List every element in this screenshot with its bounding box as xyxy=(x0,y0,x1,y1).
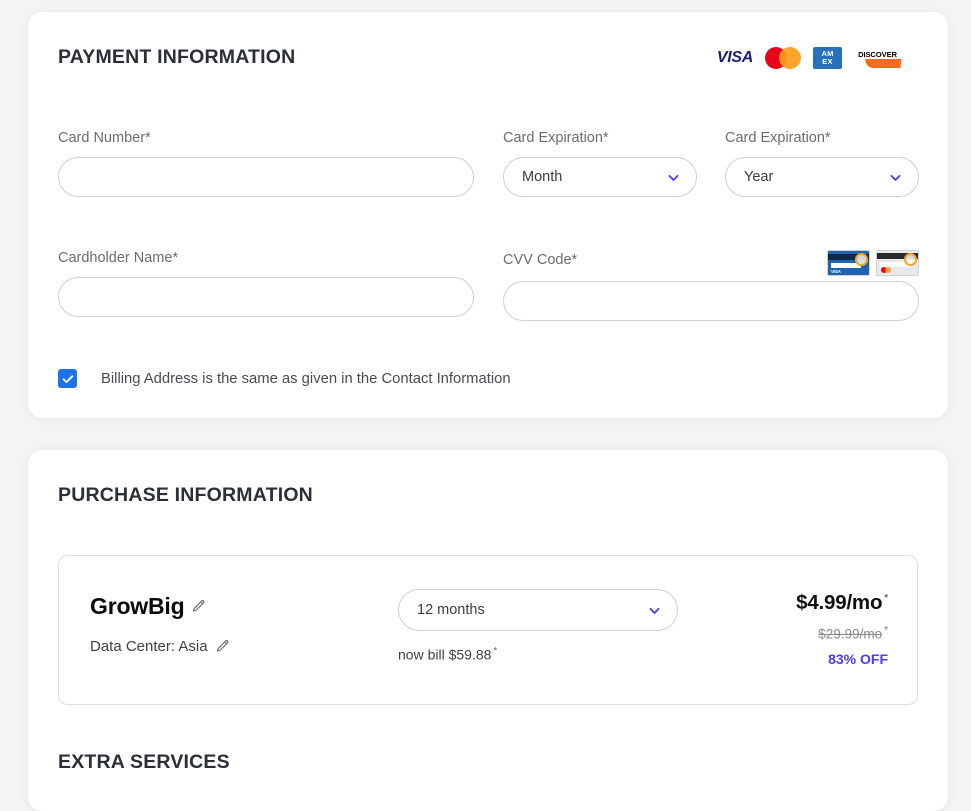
edit-pencil-icon[interactable] xyxy=(215,639,230,654)
discover-swoosh xyxy=(864,58,902,68)
card-expiration-month-field: Card Expiration* Month xyxy=(503,130,697,197)
card-expiration-month-select[interactable]: Month xyxy=(503,157,697,197)
plan-discount-badge: 83% OFF xyxy=(828,650,888,667)
cvv-label-row: CVV Code* VISA xyxy=(503,250,919,281)
edit-pencil-icon[interactable] xyxy=(191,599,206,614)
mastercard-yellow-circle xyxy=(779,46,801,69)
cvv-code-field: CVV Code* VISA xyxy=(503,250,919,321)
data-center-row: Data Center: Asia xyxy=(90,638,230,655)
card-expiration-year-field: Card Expiration* Year xyxy=(725,130,919,197)
cvv-highlight-circle xyxy=(855,253,868,266)
accepted-card-brands: VISA AM EX DISCOVER xyxy=(716,46,902,69)
card-expiration-year-label: Card Expiration* xyxy=(725,130,831,146)
cardholder-name-input[interactable] xyxy=(58,277,474,317)
discover-logo: DISCOVER xyxy=(854,47,902,69)
plan-name: GrowBig xyxy=(90,593,185,619)
plan-price-original: $29.99/mo * xyxy=(796,625,888,642)
billing-address-checkbox[interactable] xyxy=(58,369,77,388)
card-expiration-month-label: Card Expiration* xyxy=(503,130,609,146)
cvv-code-label: CVV Code* xyxy=(503,252,578,268)
mastercard-mini-logo xyxy=(881,267,891,273)
price-current-asterisk: * xyxy=(884,593,888,605)
plan-price-current: $4.99/mo * xyxy=(796,591,888,615)
plan-term-field: 12 months xyxy=(398,589,678,631)
card-expiration-year-value: Year xyxy=(744,169,774,185)
billing-asterisk: * xyxy=(493,646,498,657)
plan-term-value: 12 months xyxy=(417,602,485,618)
amex-logo: AM EX xyxy=(813,46,842,69)
amex-label-bottom: EX xyxy=(822,56,833,66)
card-number-field: Card Number* xyxy=(58,130,474,197)
chevron-down-icon xyxy=(648,604,661,617)
check-icon xyxy=(62,374,73,383)
cvv-location-hint: VISA xyxy=(827,250,919,276)
discover-label: DISCOVER xyxy=(858,49,897,59)
visa-mini-label: VISA xyxy=(831,269,841,274)
extra-services-title: EXTRA SERVICES xyxy=(58,751,230,773)
cvv-code-input[interactable] xyxy=(503,281,919,321)
payment-section-title: PAYMENT INFORMATION xyxy=(58,46,296,68)
mastercard-logo xyxy=(765,46,801,69)
chevron-down-icon xyxy=(889,171,902,184)
plan-pricing: $4.99/mo * $29.99/mo * 83% OFF xyxy=(796,591,888,667)
chevron-down-icon xyxy=(667,171,680,184)
data-center-label: Data Center: Asia xyxy=(90,638,208,655)
cvv-highlight-circle xyxy=(904,253,917,266)
plan-term-select[interactable]: 12 months xyxy=(398,589,678,631)
cardholder-name-label: Cardholder Name* xyxy=(58,250,179,266)
mastercard-card-back-icon xyxy=(876,250,919,276)
plan-name-row: GrowBig xyxy=(90,593,206,620)
cardholder-name-field: Cardholder Name* xyxy=(58,250,474,317)
visa-logo: VISA xyxy=(716,48,753,66)
billing-address-checkbox-label: Billing Address is the same as given in … xyxy=(101,370,511,387)
plan-billing-note: now bill $59.88 * xyxy=(398,646,497,663)
card-number-label: Card Number* xyxy=(58,130,151,146)
checkout-page: PAYMENT INFORMATION VISA AM EX DISCOVER … xyxy=(0,0,971,811)
plan-summary-box: GrowBig Data Center: Asia 12 months now … xyxy=(58,555,918,705)
payment-header: PAYMENT INFORMATION VISA AM EX DISCOVER xyxy=(58,46,918,69)
card-number-input[interactable] xyxy=(58,157,474,197)
plan-billing-amount: now bill $59.88 xyxy=(398,646,492,663)
plan-price-original-value: $29.99/mo xyxy=(818,626,883,642)
mastercard-yellow-circle xyxy=(885,267,891,273)
payment-information-card: PAYMENT INFORMATION VISA AM EX DISCOVER xyxy=(28,12,948,418)
billing-address-checkbox-row[interactable]: Billing Address is the same as given in … xyxy=(58,369,511,388)
card-expiration-month-value: Month xyxy=(522,169,563,185)
visa-card-back-icon: VISA xyxy=(827,250,870,276)
price-original-asterisk: * xyxy=(884,625,888,636)
card-expiration-year-select[interactable]: Year xyxy=(725,157,919,197)
purchase-section-title: PURCHASE INFORMATION xyxy=(58,484,313,506)
plan-price-current-value: $4.99/mo xyxy=(796,591,883,614)
